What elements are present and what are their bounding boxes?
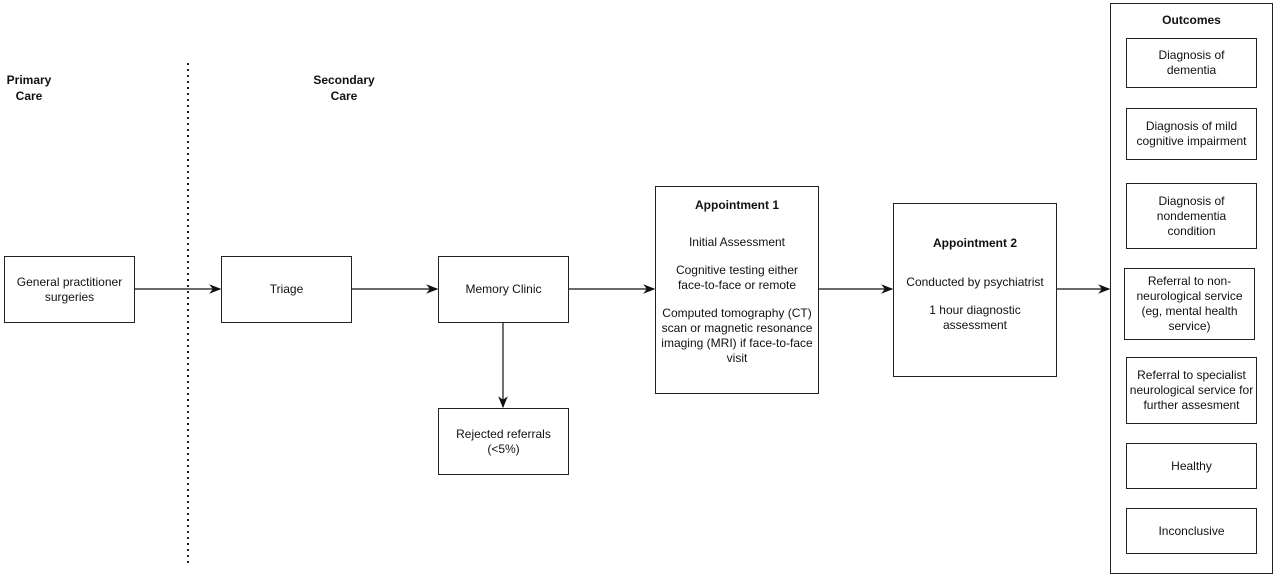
memory-clinic-node: Memory Clinic (438, 256, 569, 323)
outcome-item: Inconclusive (1126, 508, 1257, 554)
appointment-2-node: Appointment 2 Conducted by psychiatrist … (893, 203, 1057, 377)
outcome-item: Diagnosis of mild cognitive impairment (1126, 108, 1257, 160)
secondary-care-label: Secondary Care (313, 73, 375, 103)
outcomes-title: Outcomes (1162, 13, 1221, 27)
appointment-1-title: Appointment 1 (695, 198, 779, 212)
gp-surgeries-node: General practitioner surgeries (4, 256, 135, 323)
connectors (134, 63, 1111, 563)
appointment-1-line: Initial Assessment (688, 235, 786, 249)
outcome-item: Diagnosis of dementia (1126, 38, 1257, 88)
appointment-1-line: Cognitive testing either face-to-face or… (675, 263, 799, 292)
appointment-2-line: Conducted by psychiatrist (906, 275, 1044, 289)
outcome-item: Referral to specialist neurological serv… (1126, 357, 1257, 424)
rejected-referrals-node: Rejected referrals (<5%) (438, 408, 569, 475)
appointment-1-line: Computed tomography (CT) scan or magneti… (661, 306, 813, 365)
outcome-item: Referral to non-neurological service (eg… (1124, 268, 1255, 340)
appointment-2-line: 1 hour diagnostic assessment (929, 303, 1021, 332)
appointment-2-title: Appointment 2 (933, 236, 1017, 250)
appointment-1-node: Appointment 1 Initial Assessment Cogniti… (655, 186, 819, 394)
primary-care-label: Primary Care (6, 73, 52, 103)
triage-node: Triage (221, 256, 352, 323)
outcome-item: Healthy (1126, 443, 1257, 489)
outcome-item: Diagnosis of nondementia condition (1126, 183, 1257, 249)
